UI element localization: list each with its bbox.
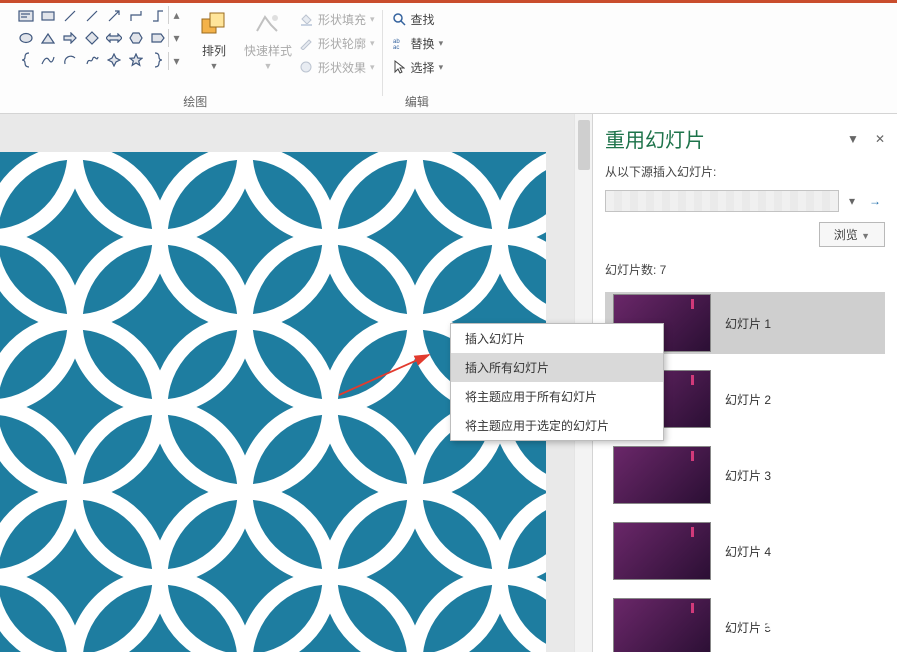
shape-outline-label: 形状轮廓 bbox=[318, 35, 366, 52]
shape-fill-label: 形状填充 bbox=[318, 11, 366, 28]
ribbon: ▴ ▾ ▾ 排列 ▼ 快速样式 ▼ bbox=[0, 0, 897, 114]
pane-close-icon[interactable]: ✕ bbox=[875, 132, 885, 146]
svg-text:ac: ac bbox=[393, 45, 399, 50]
main-area: 重用幻灯片 ▼ ✕ 从以下源插入幻灯片: ▾ → 浏览 ▼ 幻灯片数: 7 幻灯… bbox=[0, 114, 897, 652]
watermark: 系统之家 XITONGZHIJIA.NET bbox=[761, 616, 891, 646]
shape-arc-icon[interactable] bbox=[60, 50, 80, 70]
shape-diamond-icon[interactable] bbox=[82, 28, 102, 48]
replace-button[interactable]: abac 替换 ▾ bbox=[391, 32, 444, 54]
shape-triangle-icon[interactable] bbox=[38, 28, 58, 48]
count-prefix: 幻灯片数: bbox=[605, 263, 660, 277]
watermark-url: XITONGZHIJIA.NET bbox=[801, 634, 891, 643]
pane-title: 重用幻灯片 bbox=[605, 124, 705, 153]
shape-effects-label: 形状效果 bbox=[318, 59, 366, 76]
chevron-down-icon: ▼ bbox=[210, 61, 219, 71]
reuse-slide-name: 幻灯片 3 bbox=[725, 467, 771, 484]
replace-label: 替换 bbox=[411, 35, 435, 52]
replace-icon: abac bbox=[391, 35, 407, 51]
shape-arrow-icon[interactable] bbox=[104, 6, 124, 26]
cm-insert-slide[interactable]: 插入幻灯片 bbox=[451, 324, 663, 353]
shape-darrow-icon[interactable] bbox=[104, 28, 124, 48]
source-label: 从以下源插入幻灯片: bbox=[605, 163, 885, 180]
shape-hex-icon[interactable] bbox=[126, 28, 146, 48]
cm-insert-all[interactable]: 插入所有幻灯片 bbox=[451, 353, 663, 382]
reuse-slide-thumb bbox=[613, 522, 711, 580]
reuse-slide-thumb bbox=[613, 446, 711, 504]
arrange-icon bbox=[198, 8, 230, 40]
ribbon-group-editing: 查找 abac 替换 ▾ 选择 ▾ 编辑 bbox=[383, 6, 452, 114]
shape-star4-icon[interactable] bbox=[104, 50, 124, 70]
search-icon bbox=[391, 11, 407, 27]
shape-rarrow-icon[interactable] bbox=[60, 28, 80, 48]
quick-styles-icon bbox=[252, 8, 284, 40]
pane-menu-icon[interactable]: ▼ bbox=[847, 132, 859, 146]
cursor-icon bbox=[391, 59, 407, 75]
reuse-slide-item[interactable]: 幻灯片 4 bbox=[605, 520, 885, 582]
reuse-slide-item[interactable]: 幻灯片 3 bbox=[605, 444, 885, 506]
shape-rect-icon[interactable] bbox=[38, 6, 58, 26]
effects-icon bbox=[298, 59, 314, 75]
slide-count-label: 幻灯片数: 7 bbox=[605, 261, 885, 278]
shape-free-icon[interactable] bbox=[82, 50, 102, 70]
gallery-up-icon[interactable]: ▴ bbox=[168, 6, 184, 24]
shape-line-icon[interactable] bbox=[60, 6, 80, 26]
scrollbar-thumb[interactable] bbox=[578, 120, 590, 170]
chevron-down-icon: ▾ bbox=[439, 62, 444, 73]
shape-gallery[interactable] bbox=[16, 6, 168, 70]
shape-star5-icon[interactable] bbox=[126, 50, 146, 70]
context-menu: 插入幻灯片 插入所有幻灯片 将主题应用于所有幻灯片 将主题应用于选定的幻灯片 bbox=[450, 323, 664, 441]
select-label: 选择 bbox=[411, 59, 435, 76]
shape-oval-icon[interactable] bbox=[16, 28, 36, 48]
shape-connector-icon[interactable] bbox=[126, 6, 146, 26]
ribbon-group-drawing: ▴ ▾ ▾ 排列 ▼ 快速样式 ▼ bbox=[8, 6, 383, 114]
accent-bar bbox=[0, 0, 897, 3]
gallery-down-icon[interactable]: ▾ bbox=[168, 29, 184, 47]
reuse-slide-name: 幻灯片 1 bbox=[725, 315, 771, 332]
shape-lbrace-icon[interactable] bbox=[16, 50, 36, 70]
find-button[interactable]: 查找 bbox=[391, 8, 444, 30]
shape-fill-button: 形状填充 ▾ bbox=[298, 8, 375, 30]
watermark-icon bbox=[761, 616, 795, 646]
chevron-down-icon: ▼ bbox=[264, 61, 273, 71]
pen-icon bbox=[298, 35, 314, 51]
shape-connector2-icon[interactable] bbox=[148, 6, 168, 26]
quick-styles-button: 快速样式 ▼ bbox=[244, 6, 292, 74]
count-value: 7 bbox=[660, 263, 667, 277]
bucket-icon bbox=[298, 11, 314, 27]
shape-rbrace-icon[interactable] bbox=[148, 50, 168, 70]
select-button[interactable]: 选择 ▾ bbox=[391, 56, 444, 78]
go-button[interactable]: → bbox=[865, 190, 885, 212]
browse-button[interactable]: 浏览 ▼ bbox=[819, 222, 885, 247]
chevron-down-icon: ▾ bbox=[370, 38, 375, 49]
quick-styles-label: 快速样式 bbox=[244, 42, 292, 59]
shape-textbox-icon[interactable] bbox=[16, 6, 36, 26]
group-label-drawing: 绘图 bbox=[183, 91, 207, 114]
watermark-name: 系统之家 bbox=[801, 619, 891, 634]
shape-outline-button: 形状轮廓 ▾ bbox=[298, 32, 375, 54]
chevron-down-icon: ▾ bbox=[370, 14, 375, 25]
chevron-down-icon: ▼ bbox=[861, 231, 870, 241]
source-path-input[interactable] bbox=[605, 190, 839, 212]
arrange-button[interactable]: 排列 ▼ bbox=[190, 6, 238, 74]
cm-apply-theme-all[interactable]: 将主题应用于所有幻灯片 bbox=[451, 382, 663, 411]
shape-line2-icon[interactable] bbox=[82, 6, 102, 26]
find-label: 查找 bbox=[411, 11, 435, 28]
reuse-slide-name: 幻灯片 4 bbox=[725, 543, 771, 560]
chevron-down-icon: ▾ bbox=[370, 62, 375, 73]
cm-apply-theme-selected[interactable]: 将主题应用于选定的幻灯片 bbox=[451, 411, 663, 440]
shape-curve-icon[interactable] bbox=[38, 50, 58, 70]
shape-effects-button: 形状效果 ▾ bbox=[298, 56, 375, 78]
shape-gallery-scroll[interactable]: ▴ ▾ ▾ bbox=[168, 6, 184, 70]
reuse-slide-thumb bbox=[613, 598, 711, 652]
browse-label: 浏览 bbox=[834, 228, 858, 242]
shape-format-stack: 形状填充 ▾ 形状轮廓 ▾ 形状效果 ▾ bbox=[298, 6, 375, 78]
arrange-label: 排列 bbox=[202, 42, 226, 59]
gallery-expand-icon[interactable]: ▾ bbox=[168, 52, 184, 70]
reuse-slide-name: 幻灯片 2 bbox=[725, 391, 771, 408]
shape-pent-icon[interactable] bbox=[148, 28, 168, 48]
source-path-dropdown[interactable]: ▾ bbox=[843, 190, 861, 212]
group-label-editing: 编辑 bbox=[405, 91, 429, 114]
chevron-down-icon: ▾ bbox=[439, 38, 444, 49]
